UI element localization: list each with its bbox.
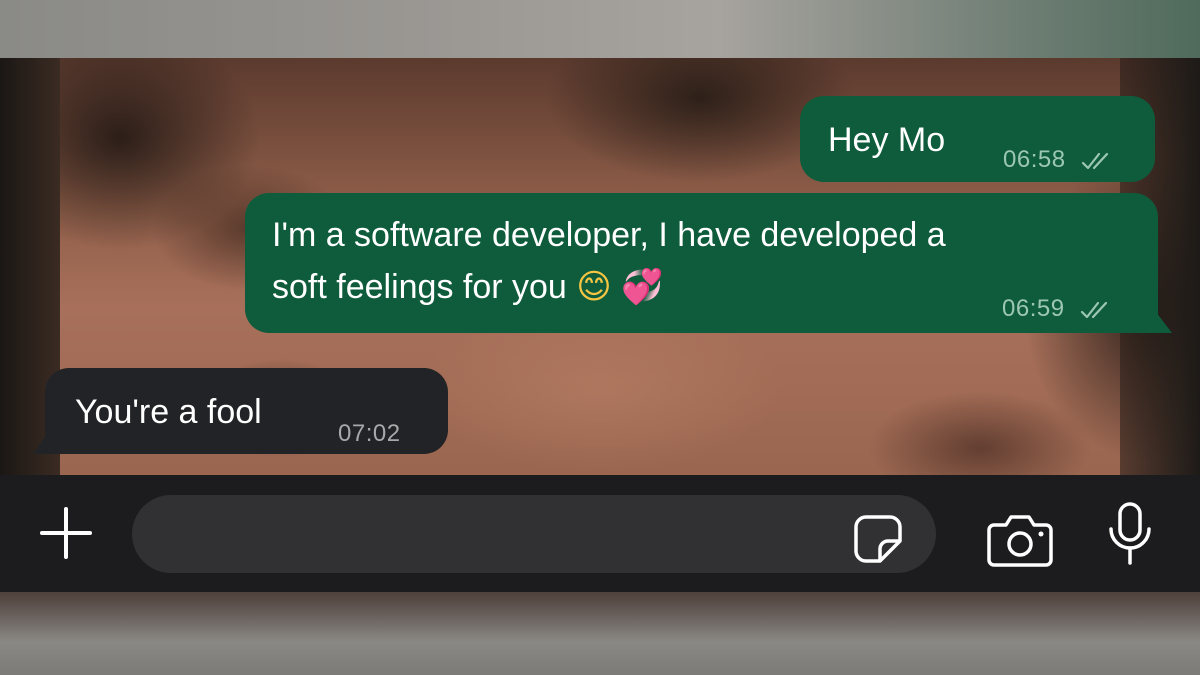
camera-icon[interactable]: [986, 511, 1054, 569]
letterbox-top: [0, 0, 1200, 58]
message-text: You're a fool: [75, 393, 262, 431]
message-text-line: soft feelings for you: [272, 268, 567, 306]
message-time: 06:58: [1003, 146, 1066, 173]
message-time: 06:59: [1002, 295, 1065, 322]
plus-icon[interactable]: [38, 505, 94, 561]
revolving-hearts-emoji: 💞: [621, 267, 664, 307]
letterbox-bottom: [0, 592, 1200, 675]
message-composer: [0, 475, 1200, 592]
outgoing-message[interactable]: Hey Mo 06:58: [800, 96, 1155, 182]
message-text-line: I'm a software developer, I have develop…: [272, 216, 946, 254]
outgoing-message[interactable]: I'm a software developer, I have develop…: [245, 193, 1172, 335]
double-check-icon: [1080, 301, 1107, 318]
double-check-icon: [1081, 152, 1108, 169]
message-meta: 06:58: [1003, 134, 1115, 186]
microphone-icon[interactable]: [1106, 501, 1154, 567]
message-meta: 06:59: [1002, 283, 1114, 335]
message-text: Hey Mo: [828, 121, 946, 159]
incoming-message[interactable]: You're a fool 07:02: [33, 368, 448, 454]
sticker-icon[interactable]: [852, 513, 904, 565]
smiling-face-emoji: 😊: [576, 267, 612, 307]
message-time: 07:02: [338, 420, 401, 447]
message-input[interactable]: [132, 495, 936, 573]
